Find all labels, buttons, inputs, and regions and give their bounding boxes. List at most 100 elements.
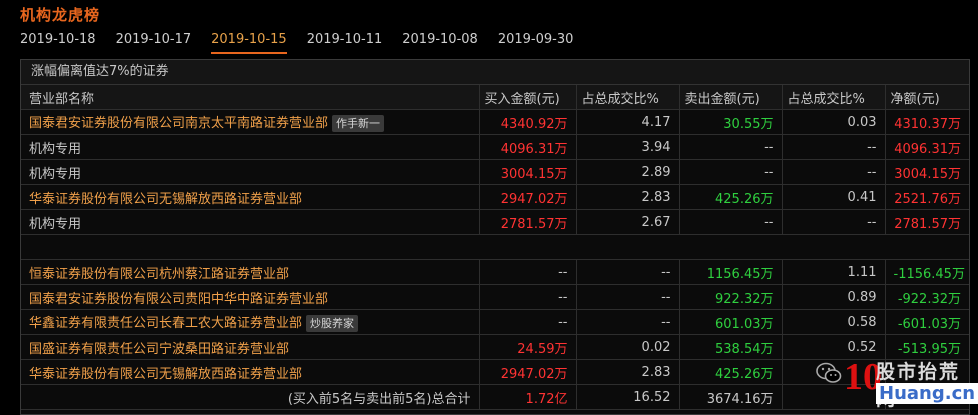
broker-name-cell[interactable]: 机构专用 — [21, 209, 479, 235]
broker-name-cell[interactable]: 机构专用 — [21, 159, 479, 185]
net-amount: 2521.76万 — [884, 184, 969, 210]
broker-name-link[interactable]: 国泰君安证券股份有限公司贵阳中华中路证券营业部 — [29, 292, 328, 307]
table-row[interactable]: 机构专用 2781.57万 2.67 -- -- 2781.57万 — [21, 209, 969, 235]
sell-amount: -- — [678, 209, 782, 235]
buy-amount: 24.59万 — [478, 334, 576, 360]
separator-cell — [21, 234, 969, 260]
buy-percent: -- — [575, 309, 679, 335]
net-amount: -1156.45万 — [884, 259, 969, 285]
total-buy-percent: 16.52 — [575, 384, 679, 410]
buy-amount: 4096.31万 — [478, 134, 576, 160]
sell-amount: -- — [678, 159, 782, 185]
broker-name-cell[interactable]: 华泰证券股份有限公司无锡解放西路证券营业部 — [21, 359, 479, 385]
broker-tag[interactable]: 作手新一 — [332, 115, 385, 132]
net-amount: 3004.15万 — [884, 159, 969, 185]
net-amount: 2781.57万 — [884, 209, 969, 235]
column-header: 占总成交比% — [781, 85, 885, 110]
sell-amount: 538.54万 — [678, 334, 782, 360]
broker-name-cell[interactable]: 恒泰证券股份有限公司杭州蔡江路证券营业部 — [21, 259, 479, 285]
sell-amount: 425.26万 — [678, 359, 782, 385]
broker-name-cell[interactable]: 国泰君安证券股份有限公司贵阳中华中路证券营业部 — [21, 284, 479, 310]
total-label: (买入前5名与卖出前5名)总合计 — [21, 384, 479, 410]
wechat-icon — [816, 362, 842, 383]
buy-percent: 2.89 — [575, 159, 679, 185]
sell-amount: 1156.45万 — [678, 259, 782, 285]
panel-caption: 涨幅偏离值达7%的证券 — [21, 60, 969, 85]
total-buy: 1.72亿 — [478, 384, 576, 410]
watermark-domain: Huang.cn — [876, 383, 978, 404]
date-tab[interactable]: 2019-10-15 — [211, 32, 287, 54]
date-tab[interactable]: 2019-10-11 — [307, 32, 383, 54]
broker-name-link[interactable]: 国盛证券有限责任公司宁波桑田路证券营业部 — [29, 342, 289, 357]
net-amount: -922.32万 — [884, 284, 969, 310]
buy-percent: -- — [575, 259, 679, 285]
total-sell: 3674.16万 — [678, 384, 782, 410]
broker-name-cell[interactable]: 国泰君安证券股份有限公司南京太平南路证券营业部 作手新一 — [21, 109, 479, 135]
sell-percent: 1.11 — [781, 259, 885, 285]
table-row[interactable]: 国泰君安证券股份有限公司贵阳中华中路证券营业部 -- -- 922.32万 0.89 -9… — [21, 284, 969, 310]
broker-name-link[interactable]: 华鑫证券有限责任公司长春工农大路证券营业部 — [29, 316, 302, 331]
table-row[interactable]: 华泰证券股份有限公司无锡解放西路证券营业部 2947.02万 2.83 425.26万… — [21, 184, 969, 210]
net-amount: -601.03万 — [884, 309, 969, 335]
sell-amount: 601.03万 — [678, 309, 782, 335]
date-tab[interactable]: 2019-10-17 — [116, 32, 192, 54]
table-row[interactable]: 机构专用 3004.15万 2.89 -- -- 3004.15万 — [21, 159, 969, 185]
sell-percent: 0.03 — [781, 109, 885, 135]
buy-amount: 3004.15万 — [478, 159, 576, 185]
buy-amount: -- — [478, 284, 576, 310]
column-header: 净额(元) — [884, 85, 969, 110]
broker-name-link[interactable]: 华泰证券股份有限公司无锡解放西路证券营业部 — [29, 367, 302, 382]
broker-name-link[interactable]: 恒泰证券股份有限公司杭州蔡江路证券营业部 — [29, 267, 289, 282]
date-tab[interactable]: 2019-10-08 — [402, 32, 478, 54]
table-row[interactable]: 机构专用 4096.31万 3.94 -- -- 4096.31万 — [21, 134, 969, 160]
buy-percent: 2.83 — [575, 359, 679, 385]
buy-amount: 4340.92万 — [478, 109, 576, 135]
broker-name-link[interactable]: 机构专用 — [29, 167, 81, 182]
date-tab[interactable]: 2019-09-30 — [498, 32, 574, 54]
page-title: 机构龙虎榜 — [20, 6, 101, 24]
table-header: 营业部名称 买入金额(元) 占总成交比% 卖出金额(元) 占总成交比% 净额(元) — [21, 85, 969, 110]
sell-amount: -- — [678, 134, 782, 160]
broker-name-cell[interactable]: 国盛证券有限责任公司宁波桑田路证券营业部 — [21, 334, 479, 360]
broker-name-cell[interactable]: 华泰证券股份有限公司无锡解放西路证券营业部 — [21, 184, 479, 210]
date-tabs: 2019-10-18 2019-10-17 2019-10-15 2019-10-11… — [20, 32, 593, 54]
broker-name-link[interactable]: 华泰证券股份有限公司无锡解放西路证券营业部 — [29, 192, 302, 207]
buy-percent: 3.94 — [575, 134, 679, 160]
net-amount: 4096.31万 — [884, 134, 969, 160]
column-header: 占总成交比% — [575, 85, 679, 110]
column-header: 营业部名称 — [21, 85, 479, 110]
buy-percent: 4.17 — [575, 109, 679, 135]
broker-tag[interactable]: 炒股养家 — [306, 315, 359, 332]
buy-amount: -- — [478, 309, 576, 335]
sell-percent: 0.58 — [781, 309, 885, 335]
table-row[interactable]: 华鑫证券有限责任公司长春工农大路证券营业部 炒股养家 -- -- 601.03万 0.58… — [21, 309, 969, 335]
broker-name-link[interactable]: 机构专用 — [29, 217, 81, 232]
buy-amount: -- — [478, 259, 576, 285]
sell-amount: 425.26万 — [678, 184, 782, 210]
sell-percent: 0.41 — [781, 184, 885, 210]
column-header: 卖出金额(元) — [678, 85, 782, 110]
watermark-logo: 10 股市抬荒网 Huang.cn — [816, 355, 978, 413]
sell-percent: -- — [781, 209, 885, 235]
table-row[interactable]: 恒泰证券股份有限公司杭州蔡江路证券营业部 -- -- 1156.45万 1.11 -115… — [21, 259, 969, 285]
buy-amount: 2947.02万 — [478, 184, 576, 210]
buy-percent: 2.67 — [575, 209, 679, 235]
buy-percent: -- — [575, 284, 679, 310]
net-amount: 4310.37万 — [884, 109, 969, 135]
date-tab[interactable]: 2019-10-18 — [20, 32, 96, 54]
broker-name-link[interactable]: 国泰君安证券股份有限公司南京太平南路证券营业部 — [29, 116, 328, 131]
buy-amount: 2781.57万 — [478, 209, 576, 235]
broker-name-cell[interactable]: 机构专用 — [21, 134, 479, 160]
broker-name-cell[interactable]: 华鑫证券有限责任公司长春工农大路证券营业部 炒股养家 — [21, 309, 479, 335]
buy-percent: 2.83 — [575, 184, 679, 210]
sell-percent: 0.89 — [781, 284, 885, 310]
buy-amount: 2947.02万 — [478, 359, 576, 385]
row-separator — [21, 234, 969, 260]
sell-amount: 922.32万 — [678, 284, 782, 310]
buy-percent: 0.02 — [575, 334, 679, 360]
table-row[interactable]: 国泰君安证券股份有限公司南京太平南路证券营业部 作手新一 4340.92万 4.17 3… — [21, 109, 969, 135]
sell-percent: -- — [781, 159, 885, 185]
column-header: 买入金额(元) — [478, 85, 576, 110]
broker-name-link[interactable]: 机构专用 — [29, 142, 81, 157]
sell-amount: 30.55万 — [678, 109, 782, 135]
